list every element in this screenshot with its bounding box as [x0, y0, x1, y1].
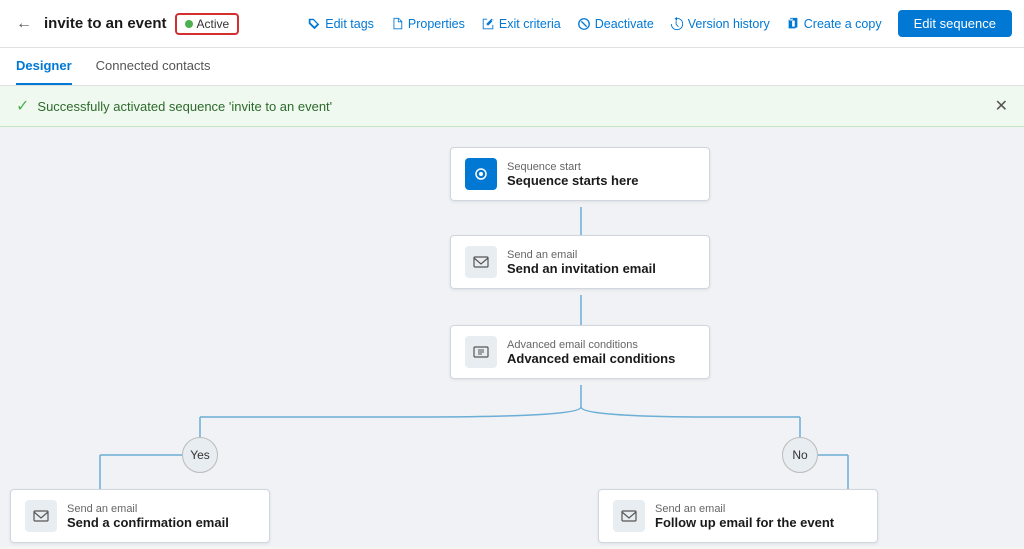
back-button[interactable]: ←	[12, 11, 36, 37]
sequence-start-icon	[465, 158, 497, 190]
send-email-1-label-main: Send an invitation email	[507, 261, 656, 276]
send-email-no-label-main: Follow up email for the event	[655, 515, 834, 530]
send-email-1-label-small: Send an email	[507, 249, 656, 261]
success-banner: ✓ Successfully activated sequence 'invit…	[0, 86, 1024, 127]
doc-icon	[390, 17, 404, 31]
create-copy-button[interactable]: Create a copy	[786, 17, 882, 31]
advanced-conditions-1-label-small: Advanced email conditions	[507, 339, 675, 351]
history-icon	[670, 17, 684, 31]
yes-circle: Yes	[182, 437, 218, 473]
sequence-start-label-main: Sequence starts here	[507, 173, 639, 188]
send-email-yes-label-small: Send an email	[67, 503, 229, 515]
header: ← invite to an event Active Edit tags Pr…	[0, 0, 1024, 48]
success-message: Successfully activated sequence 'invite …	[37, 99, 332, 114]
status-label: Active	[197, 17, 230, 31]
tabs-bar: Designer Connected contacts	[0, 48, 1024, 86]
properties-button[interactable]: Properties	[390, 17, 465, 31]
header-actions: Edit tags Properties Exit criteria Deact…	[307, 10, 1012, 37]
send-email-yes-icon	[25, 500, 57, 532]
page-title: invite to an event	[44, 15, 167, 32]
tab-designer[interactable]: Designer	[16, 48, 72, 85]
send-email-1-node: Send an email Send an invitation email	[450, 235, 710, 289]
banner-close-button[interactable]: ✕	[995, 96, 1008, 116]
tag-icon	[307, 17, 321, 31]
send-email-1-icon	[465, 246, 497, 278]
active-dot-icon	[185, 20, 193, 28]
send-email-no-label-small: Send an email	[655, 503, 834, 515]
flow-canvas: Sequence start Sequence starts here Send…	[0, 127, 1024, 547]
advanced-conditions-1-node: Advanced email conditions Advanced email…	[450, 325, 710, 379]
send-email-no-node: Send an email Follow up email for the ev…	[598, 489, 878, 543]
exit-criteria-button[interactable]: Exit criteria	[481, 17, 561, 31]
version-history-button[interactable]: Version history	[670, 17, 770, 31]
edit-sequence-button[interactable]: Edit sequence	[898, 10, 1012, 37]
exit-icon	[481, 17, 495, 31]
sequence-start-label-small: Sequence start	[507, 161, 639, 173]
sequence-start-node: Sequence start Sequence starts here	[450, 147, 710, 201]
no-circle: No	[782, 437, 818, 473]
send-email-no-icon	[613, 500, 645, 532]
success-icon: ✓	[16, 96, 29, 116]
deactivate-icon	[577, 17, 591, 31]
edit-tags-button[interactable]: Edit tags	[307, 17, 374, 31]
advanced-conditions-1-icon	[465, 336, 497, 368]
status-badge: Active	[175, 13, 240, 35]
tab-connected-contacts[interactable]: Connected contacts	[96, 48, 211, 85]
deactivate-button[interactable]: Deactivate	[577, 17, 654, 31]
advanced-conditions-1-label-main: Advanced email conditions	[507, 351, 675, 366]
send-email-yes-node: Send an email Send a confirmation email	[10, 489, 270, 543]
copy-icon	[786, 17, 800, 31]
send-email-yes-label-main: Send a confirmation email	[67, 515, 229, 530]
